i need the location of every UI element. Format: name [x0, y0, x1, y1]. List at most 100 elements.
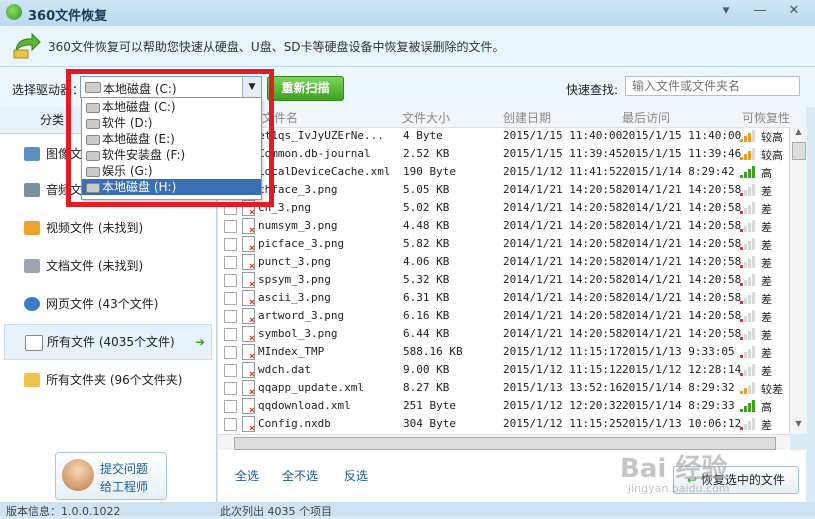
table-row[interactable]: qqapp_update.xml 8.27 KB 2015/1/13 13:52:1…: [218, 379, 790, 398]
table-row[interactable]: ch_3.png5.02 KB2014/1/21 14:20:582014/1/…: [218, 199, 790, 218]
table-row[interactable]: LocalDeviceCache.xml 190 Byte 2015/1/12 11…: [218, 163, 790, 182]
deleted-file-icon: [242, 380, 255, 398]
window-controls: ▾ — ✕: [715, 3, 805, 18]
created-date: 2015/1/12 12:20:32: [503, 399, 623, 412]
table-row[interactable]: artword_3.png 6.16 KB 2014/1/21 14:20:5820…: [218, 307, 790, 326]
checkbox[interactable]: [224, 382, 237, 395]
checkbox[interactable]: [224, 346, 237, 359]
watermark-brand: Bai 经验: [620, 454, 728, 484]
accessed-date: 2015/1/14 8:29:32: [622, 381, 735, 394]
file-size: 6.44 KB: [403, 327, 450, 340]
recoverability-bars-icon: [740, 292, 756, 304]
recoverability-label: 差: [761, 293, 772, 306]
table-row[interactable]: punct_3.png 4.06 KB 2014/1/21 14:20:582014…: [218, 253, 790, 272]
table-row[interactable]: numsym_3.png 4.48 KB 2014/1/21 14:20:58201…: [218, 217, 790, 236]
sidebar-item-label: 文档文件 (未找到): [46, 259, 144, 273]
image-icon: [24, 147, 40, 161]
checkbox[interactable]: [224, 418, 237, 431]
listed-count-text: 此次列出 4035 个项目: [220, 505, 332, 518]
menu-icon[interactable]: ▾: [715, 3, 737, 18]
recoverability-bars-icon: [740, 328, 756, 340]
file-icon: [25, 335, 43, 351]
video-icon: [24, 221, 40, 235]
recoverability-label: 差: [761, 311, 772, 324]
sidebar-item-documents[interactable]: 文档文件 (未找到): [4, 249, 210, 283]
table-row[interactable]: et1qs_IvJyUZErNe... 4 Byte 2015/1/15 11:40…: [218, 127, 790, 146]
created-date: 2014/1/21 14:20:58: [503, 201, 623, 214]
deleted-file-icon: [242, 344, 255, 362]
table-header: 文件名 文件大小 创建日期 最后访问 可恢复性: [218, 107, 806, 128]
recoverability-bars-icon: [740, 400, 756, 412]
deleted-file-icon: [242, 398, 255, 416]
deleted-file-icon: [242, 326, 255, 344]
table-row[interactable]: picface_3.png 5.82 KB 2014/1/21 14:20:5820…: [218, 235, 790, 254]
deleted-file-icon: [242, 290, 255, 308]
created-date: 2015/1/15 11:39:45: [503, 147, 623, 160]
minimize-icon[interactable]: —: [749, 3, 771, 18]
globe-icon: [24, 297, 40, 311]
search-input[interactable]: [625, 76, 800, 96]
file-size: 8.27 KB: [403, 381, 450, 394]
file-list: 文件名 文件大小 创建日期 最后访问 可恢复性 et1qs_IvJyUZErNe…: [218, 107, 806, 434]
recoverability-label: 差: [761, 347, 772, 360]
column-header-quality[interactable]: 可恢复性: [742, 109, 790, 126]
table-row[interactable]: Config.nxdb 304 Byte 2015/1/12 11:15:25201…: [218, 415, 790, 434]
accessed-date: 2014/1/21 14:20:58: [622, 201, 742, 214]
recoverability-bars-icon: [740, 130, 756, 142]
file-name: Config.nxdb: [258, 417, 331, 430]
checkbox[interactable]: [224, 310, 237, 323]
checkbox[interactable]: [224, 328, 237, 341]
accessed-date: 2014/1/21 14:20:58: [622, 327, 742, 340]
checkbox[interactable]: [224, 400, 237, 413]
sidebar-item-video[interactable]: 视频文件 (未找到): [4, 211, 210, 245]
file-size: 4 Byte: [403, 129, 443, 142]
accessed-date: 2014/1/21 14:20:58: [622, 219, 742, 232]
scroll-thumb[interactable]: [792, 142, 806, 160]
checkbox[interactable]: [224, 220, 237, 233]
table-row[interactable]: chface_3.png5.05 KB2014/1/21 14:20:58201…: [218, 181, 790, 200]
scroll-up-icon[interactable]: ▲: [790, 127, 807, 142]
scroll-down-icon[interactable]: ▼: [790, 419, 807, 434]
column-header-created[interactable]: 创建日期: [503, 109, 551, 126]
table-row[interactable]: wdch.dat 9.00 KB 2015/1/12 11:15:122015/1/…: [218, 361, 790, 380]
document-icon: [24, 259, 40, 273]
table-row[interactable]: qqdownload.xml 251 Byte 2015/1/12 12:20:32…: [218, 397, 790, 416]
checkbox[interactable]: [224, 274, 237, 287]
table-row[interactable]: spsym_3.png 5.32 KB 2014/1/21 14:20:582014…: [218, 271, 790, 290]
accessed-date: 2015/1/14 8:29:42: [622, 165, 735, 178]
sidebar-item-all-files[interactable]: 所有文件 (4035个文件) ➜: [4, 324, 212, 360]
file-size: 190 Byte: [403, 165, 456, 178]
recoverability-bars-icon: [740, 238, 756, 250]
column-header-accessed[interactable]: 最后访问: [622, 109, 670, 126]
checkbox[interactable]: [224, 238, 237, 251]
created-date: 2014/1/21 14:20:58: [503, 273, 623, 286]
file-name: ascii_3.png: [258, 291, 331, 304]
report-issue-button[interactable]: 提交问题 给工程师: [55, 452, 167, 500]
sidebar-item-web[interactable]: 网页文件 (43个文件): [4, 287, 210, 321]
close-icon[interactable]: ✕: [783, 3, 805, 18]
checkbox[interactable]: [224, 364, 237, 377]
sidebar-item-all-folders[interactable]: 所有文件夹 (96个文件夹): [4, 363, 210, 397]
vertical-scrollbar[interactable]: ▲ ▼: [789, 127, 807, 434]
file-name: qqdownload.xml: [258, 399, 351, 412]
select-none-link[interactable]: 全不选: [282, 467, 318, 484]
checkbox[interactable]: [224, 256, 237, 269]
file-name: wdch.dat: [258, 363, 311, 376]
rescan-button[interactable]: 重新扫描: [267, 76, 344, 101]
created-date: 2014/1/21 14:20:58: [503, 309, 623, 322]
table-row[interactable]: ascii_3.png 6.31 KB 2014/1/21 14:20:582014…: [218, 289, 790, 308]
file-name: artword_3.png: [258, 309, 345, 322]
table-row[interactable]: MIndex_TMP 588.16 KB 2015/1/12 11:15:17201…: [218, 343, 790, 362]
recoverability-bars-icon: [740, 310, 756, 322]
select-all-link[interactable]: 全选: [235, 467, 259, 484]
created-date: 2014/1/21 14:20:58: [503, 291, 623, 304]
column-header-size[interactable]: 文件大小: [402, 109, 450, 126]
version-text: 版本信息：1.0.0.1022: [6, 505, 121, 518]
accessed-date: 2014/1/21 14:20:58: [622, 183, 742, 196]
table-row[interactable]: symbol_3.png 6.44 KB 2014/1/21 14:20:58201…: [218, 325, 790, 344]
checkbox[interactable]: [224, 292, 237, 305]
invert-selection-link[interactable]: 反选: [344, 467, 368, 484]
accessed-date: 2014/1/21 14:20:58: [622, 237, 742, 250]
file-size: 588.16 KB: [403, 345, 463, 358]
table-row[interactable]: Common.db-journal 2.52 KB 2015/1/15 11:39:…: [218, 145, 790, 164]
